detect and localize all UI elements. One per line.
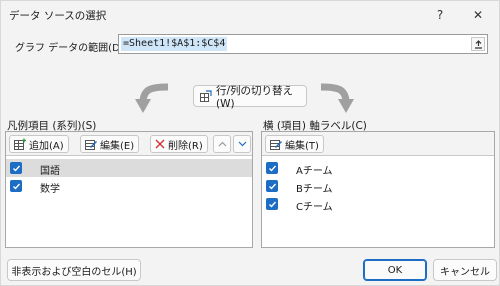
delete-series-label: 削除(R) xyxy=(168,140,203,152)
delete-x-icon xyxy=(155,139,165,149)
axis-labels-list: Aチーム Bチーム Cチーム xyxy=(262,156,494,247)
list-item-category-3[interactable]: Cチーム xyxy=(262,195,494,213)
hidden-empty-cells-button[interactable]: 非表示および空白のセル(H) xyxy=(7,259,141,281)
move-down-button[interactable] xyxy=(233,135,251,153)
cancel-button[interactable]: キャンセル xyxy=(433,259,497,281)
list-item-category-2[interactable]: Bチーム xyxy=(262,177,494,195)
edit-table-icon xyxy=(270,138,282,150)
chevron-up-icon xyxy=(218,141,227,147)
add-series-label: 追加(A) xyxy=(29,140,64,152)
chart-range-input[interactable]: =Sheet1!$A$1:$C$4 xyxy=(118,34,488,54)
chart-range-value: =Sheet1!$A$1:$C$4 xyxy=(121,37,228,51)
help-button[interactable]: ? xyxy=(429,5,451,25)
edit-axis-labels-label: 編集(T) xyxy=(285,140,319,152)
checkbox-checked-icon[interactable] xyxy=(10,180,22,192)
checkbox-checked-icon[interactable] xyxy=(10,162,22,174)
legend-entries-panel: 追加(A) 編集(E) 削除(R) 国語 数学 xyxy=(5,131,253,248)
category-label: Aチーム xyxy=(296,166,333,177)
series-label: 国語 xyxy=(40,166,60,177)
checkbox-checked-icon[interactable] xyxy=(266,180,278,192)
axis-labels-panel: 編集(T) Aチーム Bチーム Cチーム xyxy=(261,131,495,248)
add-series-button[interactable]: 追加(A) xyxy=(9,135,69,153)
select-data-source-dialog: データ ソースの選択 ? ✕ グラフ データの範囲(D): =Sheet1!$A… xyxy=(0,0,500,286)
add-table-icon xyxy=(14,138,26,150)
edit-table-icon xyxy=(85,138,97,150)
series-label: 数学 xyxy=(40,184,60,195)
edit-axis-labels-button[interactable]: 編集(T) xyxy=(265,135,324,153)
switch-row-column-icon xyxy=(200,90,212,102)
legend-toolbar: 追加(A) 編集(E) 削除(R) xyxy=(6,132,252,156)
chart-range-label: グラフ データの範囲(D): xyxy=(15,43,128,54)
list-item-category-1[interactable]: Aチーム xyxy=(262,159,494,177)
checkbox-checked-icon[interactable] xyxy=(266,198,278,210)
edit-series-label: 編集(E) xyxy=(100,140,135,152)
collapse-dialog-icon[interactable] xyxy=(471,37,485,51)
switch-row-column-button[interactable]: 行/列の切り替え(W) xyxy=(193,84,307,110)
edit-series-button[interactable]: 編集(E) xyxy=(80,135,140,153)
legend-entries-list: 国語 数学 xyxy=(6,156,252,247)
axis-toolbar: 編集(T) xyxy=(262,132,494,156)
category-label: Cチーム xyxy=(296,202,333,213)
delete-series-button[interactable]: 削除(R) xyxy=(150,135,208,153)
checkbox-checked-icon[interactable] xyxy=(266,162,278,174)
category-label: Bチーム xyxy=(296,184,333,195)
switch-left-arrow-icon xyxy=(135,83,169,113)
close-button[interactable]: ✕ xyxy=(467,5,489,25)
ok-button[interactable]: OK xyxy=(363,259,427,281)
list-item-series-1[interactable]: 国語 xyxy=(6,159,252,177)
title-bar: データ ソースの選択 ? ✕ xyxy=(1,1,499,29)
list-item-series-2[interactable]: 数学 xyxy=(6,177,252,195)
dialog-title: データ ソースの選択 xyxy=(9,10,107,22)
switch-row-column-label: 行/列の切り替え(W) xyxy=(216,84,294,110)
move-up-button[interactable] xyxy=(213,135,231,153)
chevron-down-icon xyxy=(238,141,247,147)
switch-right-arrow-icon xyxy=(320,83,354,113)
